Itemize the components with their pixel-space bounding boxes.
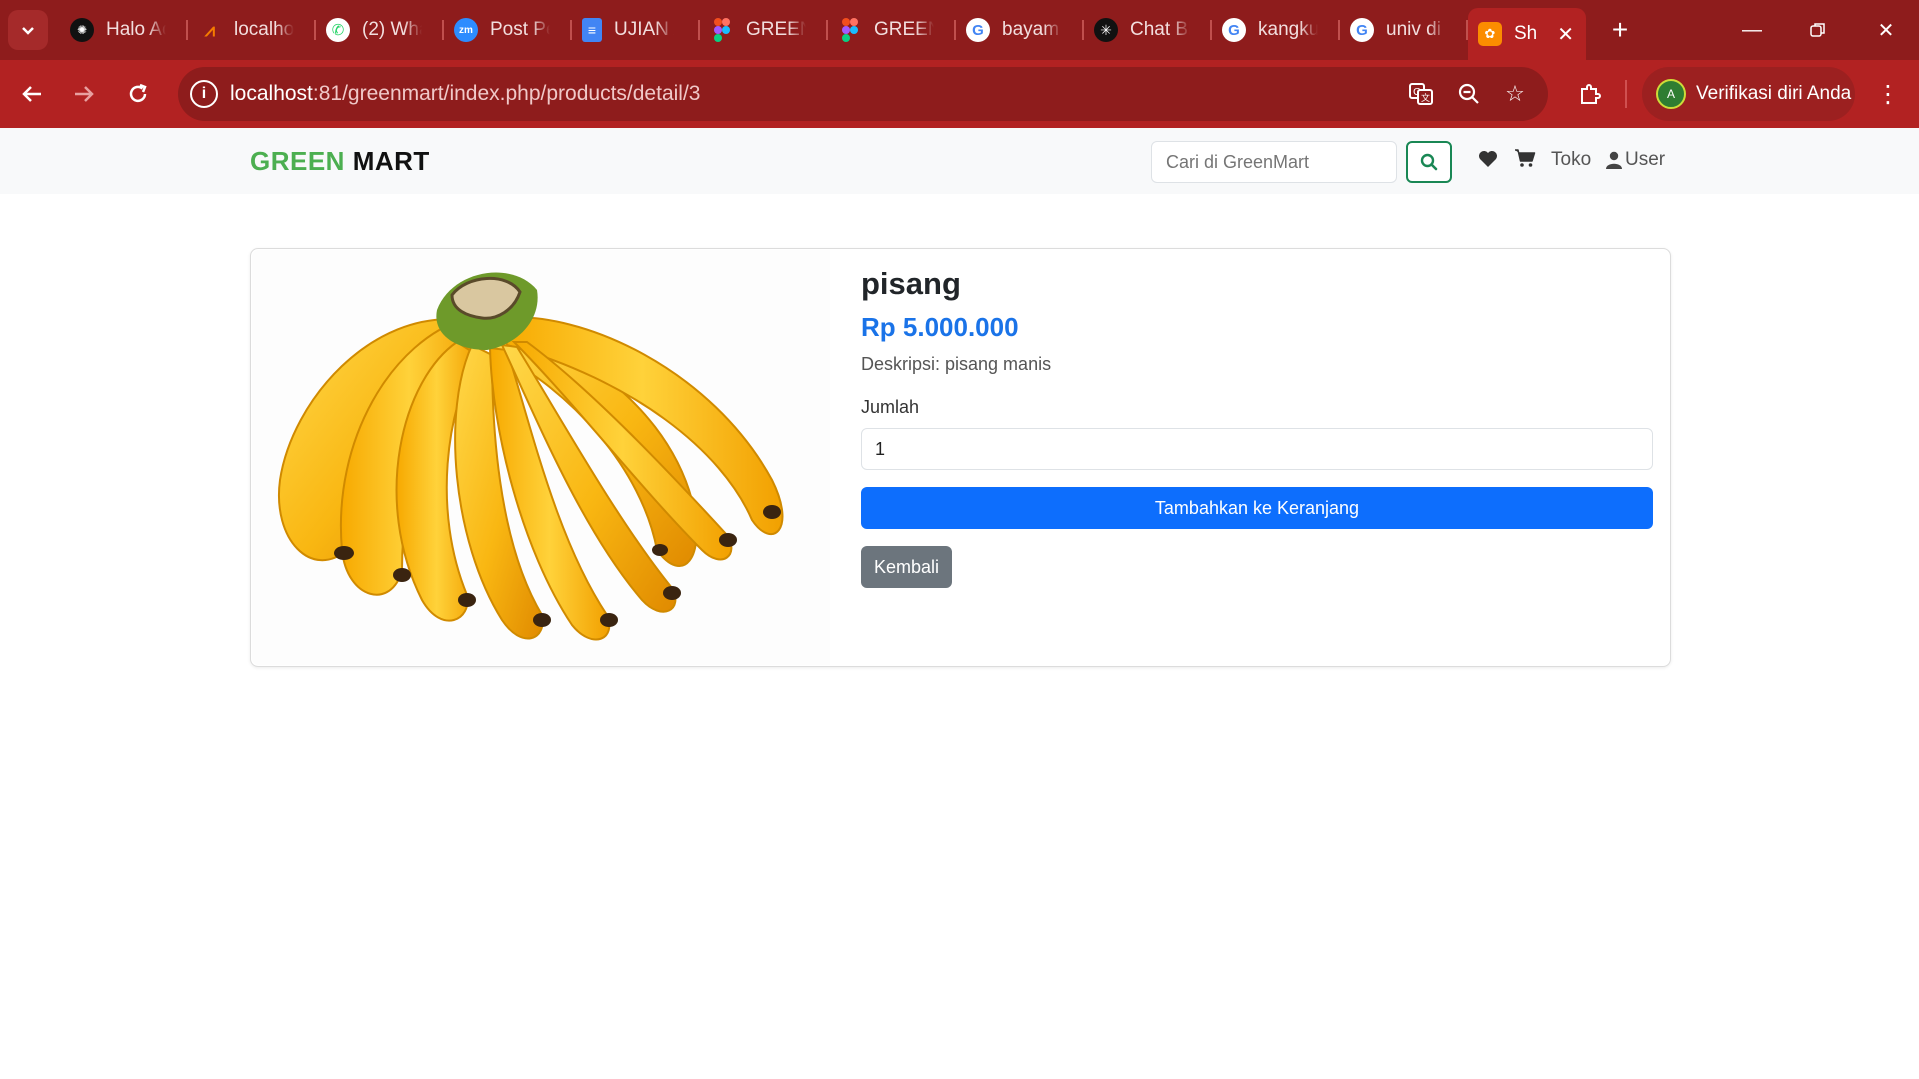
browser-menu-button[interactable]: ⋮ [1868,74,1908,114]
tab-label: univ di [1386,19,1441,40]
tab-halo[interactable]: ✺ Halo Ac [60,8,188,52]
close-window-button[interactable]: ✕ [1866,12,1906,48]
product-price: Rp 5.000.000 [861,312,1019,342]
profile-label: Verifikasi diri Anda [1696,83,1852,104]
search-input[interactable] [1151,141,1397,183]
tab-label: Sh [1514,23,1538,44]
quantity-label: Jumlah [861,397,920,417]
tab-label: Post Pe [490,19,550,40]
tab-ujian[interactable]: ≡ UJIAN A [572,8,700,52]
tab-localhost[interactable]: ⩘ localho [188,8,316,52]
xampp-icon: ⩘ [204,19,216,40]
quantity-input[interactable] [861,428,1653,470]
avatar: A [1656,79,1686,109]
close-tab-icon[interactable]: ✕ [1557,22,1574,47]
nav-link-user[interactable]: User [1606,149,1665,171]
heart-icon [1479,151,1497,167]
profile-button[interactable]: A Verifikasi diri Anda [1642,67,1855,121]
tab-label: kangku [1258,19,1318,40]
chat-icon: ✳ [1094,18,1118,42]
site-navbar: GREEN MART Toko User [0,128,1919,194]
tab-search-button[interactable] [8,10,48,50]
zoom-icon: zm [454,18,478,42]
tab-active[interactable]: ✿ Sh ✕ [1468,8,1586,60]
add-to-cart-button[interactable]: Tambahkan ke Keranjang [861,487,1653,529]
reload-button[interactable] [118,74,158,114]
svg-text:文: 文 [1421,92,1430,104]
minimize-button[interactable]: — [1732,12,1772,48]
tab-kangku[interactable]: G kangku [1212,8,1340,52]
site-info-icon[interactable]: i [190,80,218,108]
tab-label: Chat Bl [1130,19,1190,40]
product-image [252,250,830,665]
cart-button[interactable] [1514,148,1536,174]
figma-icon [838,18,862,42]
tab-univ[interactable]: G univ di [1340,8,1468,52]
arrow-left-icon [22,86,41,102]
tab-bayam[interactable]: G bayam [956,8,1084,52]
whatsapp-icon: ✆ [326,18,350,42]
brand-dark: MART [352,146,430,176]
url-path: :81/greenmart/index.php/products/detail/… [312,82,701,105]
docs-icon: ≡ [582,18,602,42]
google-icon: G [1222,18,1246,42]
reload-icon [129,83,147,103]
new-tab-button[interactable]: + [1602,12,1638,48]
banana-image [277,272,784,641]
tab-label: UJIAN A [614,19,674,40]
tab-label: Halo Ac [106,19,166,40]
tab-list: ✺ Halo Ac ⩘ localho ✆ (2) Wha zm Post Pe… [60,8,1586,60]
forward-nav-button[interactable] [64,74,104,114]
search-button[interactable] [1406,141,1452,183]
brand-green: GREEN [250,146,345,176]
zoom-out-icon[interactable] [1454,79,1484,109]
product-description: Deskripsi: pisang manis [861,354,1052,374]
puzzle-icon [1581,84,1601,104]
restore-button[interactable] [1798,12,1838,48]
tab-label: bayam [1002,19,1060,40]
figma-icon [710,18,734,42]
cart-icon [1515,149,1536,167]
user-icon [1606,151,1622,169]
tab-label: localho [234,19,294,40]
tab-greenmart-figma-2[interactable]: GREENM [828,8,956,52]
back-nav-button[interactable] [12,74,52,114]
address-bar[interactable]: i localhost:81/greenmart/index.php/produ… [178,67,1548,121]
web-page: GREEN MART Toko User [0,128,1919,1079]
openai-icon: ✺ [70,18,94,42]
product-card: pisang Rp 5.000.000 Deskripsi: pisang ma… [250,248,1671,667]
url-host: localhost [230,82,313,105]
tab-post[interactable]: zm Post Pe [444,8,572,52]
tab-label: GREENM [874,19,934,40]
bookmark-star-icon[interactable]: ☆ [1500,79,1530,109]
url-text[interactable]: localhost:81/greenmart/index.php/product… [230,82,700,106]
nav-link-toko[interactable]: Toko [1551,149,1591,171]
google-icon: G [966,18,990,42]
product-title: pisang [861,266,961,301]
extensions-button[interactable] [1570,74,1610,114]
product-info: pisang Rp 5.000.000 Deskripsi: pisang ma… [861,264,1653,588]
search-icon [1420,153,1438,171]
back-button[interactable]: Kembali [861,546,952,588]
wishlist-button[interactable] [1478,148,1498,174]
browser-toolbar: i localhost:81/greenmart/index.php/produ… [0,60,1919,128]
toolbar-divider [1625,80,1627,108]
restore-icon [1810,23,1825,37]
xampp-icon: ✿ [1478,22,1502,46]
tab-whatsapp[interactable]: ✆ (2) Wha [316,8,444,52]
browser-tab-strip: ✺ Halo Ac ⩘ localho ✆ (2) Wha zm Post Pe… [0,0,1919,60]
tab-label: (2) Wha [362,19,422,40]
google-icon: G [1350,18,1374,42]
site-logo[interactable]: GREEN MART [250,146,430,177]
translate-icon[interactable]: G文 [1406,79,1436,109]
tab-greenmart-figma-1[interactable]: GREENM [700,8,828,52]
tab-chat[interactable]: ✳ Chat Bl [1084,8,1212,52]
user-label: User [1625,149,1666,170]
tab-label: GREENM [746,19,806,40]
chevron-down-icon [22,27,34,35]
arrow-right-icon [75,86,94,102]
